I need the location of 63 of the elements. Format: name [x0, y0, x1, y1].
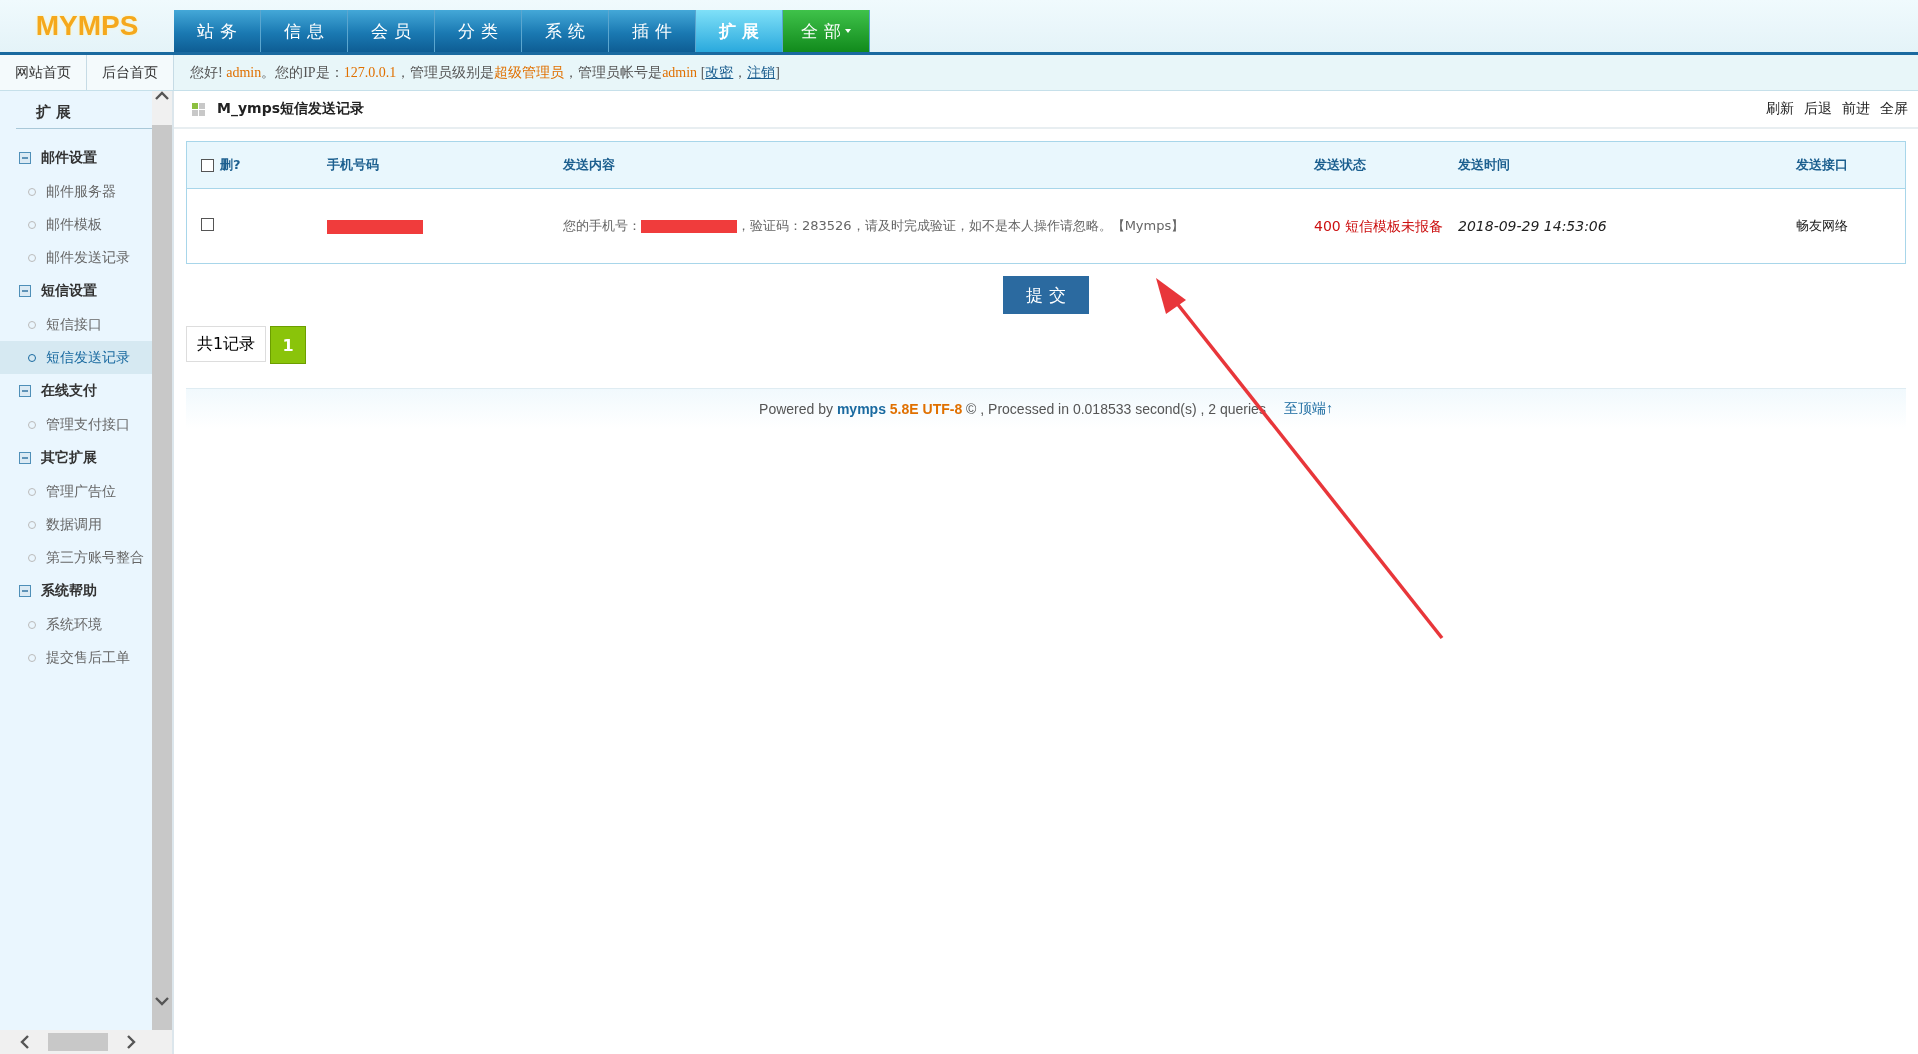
collapse-icon[interactable]: [19, 285, 31, 297]
horizontal-scrollbar[interactable]: [0, 1030, 172, 1054]
account-link[interactable]: 注销: [747, 63, 776, 82]
nav-tab[interactable]: 站 务: [174, 10, 261, 52]
sidebar-group[interactable]: 邮件设置: [41, 149, 97, 167]
toolbar-link[interactable]: 刷新: [1766, 100, 1794, 118]
quick-link[interactable]: 网站首页: [0, 55, 87, 90]
sidebar-item[interactable]: 系统环境: [0, 608, 152, 641]
sidebar-item[interactable]: 数据调用: [0, 508, 152, 541]
sidebar-group[interactable]: 短信设置: [41, 282, 97, 300]
nav-tab[interactable]: 信 息: [261, 10, 348, 52]
sidebar-item[interactable]: 提交售后工单: [0, 641, 152, 674]
scroll-right-icon[interactable]: [126, 1035, 136, 1049]
nav-tab[interactable]: 系 统: [522, 10, 609, 52]
collapse-icon[interactable]: [19, 152, 31, 164]
row-checkbox[interactable]: [201, 218, 214, 231]
sidebar-item[interactable]: 管理支付接口: [0, 408, 152, 441]
account-link[interactable]: 改密: [705, 63, 734, 82]
toolbar-link[interactable]: 后退: [1804, 100, 1832, 118]
sidebar-item[interactable]: 管理广告位: [0, 475, 152, 508]
caret-icon: [844, 29, 851, 33]
scroll-down-icon[interactable]: [155, 996, 169, 1006]
sidebar-group[interactable]: 系统帮助: [41, 582, 97, 600]
status-text: 400 短信模板未报备: [1314, 217, 1445, 236]
sidebar-group[interactable]: 在线支付: [41, 382, 97, 400]
column-header: 发送内容: [563, 157, 615, 172]
logo: MYMPS: [34, 9, 140, 43]
grid-icon: [192, 102, 205, 116]
toolbar-link[interactable]: 全屏: [1880, 100, 1908, 118]
collapse-icon[interactable]: [19, 385, 31, 397]
sidebar-item[interactable]: 邮件发送记录: [0, 241, 152, 274]
column-header: 发送时间: [1458, 157, 1510, 172]
column-header: 发送接口: [1796, 157, 1848, 172]
sidebar-item[interactable]: 邮件服务器: [0, 175, 152, 208]
greeting-text: 您好! admin。您的IP是：127.0.0.1，管理员级别是超级管理员，管理员帐号是admin [改密，注销]: [189, 62, 780, 84]
message-text: 您的手机号：: [563, 218, 641, 233]
vertical-scrollbar[interactable]: [152, 91, 172, 1030]
record-count: 共1记录: [186, 326, 267, 362]
message-text: ，验证码：283526，请及时完成验证，如不是本人操作请忽略。【Mymps】: [737, 218, 1185, 233]
quick-link[interactable]: 后台首页: [87, 55, 174, 90]
back-to-top-link[interactable]: 至顶端↑: [1283, 400, 1333, 418]
table-cell: 2018-09-29 14:53:06: [1458, 218, 1607, 234]
nav-tab[interactable]: 分 类: [435, 10, 522, 52]
toolbar-link[interactable]: 前进: [1842, 100, 1870, 118]
page-title: M_ymps短信发送记录: [217, 100, 364, 118]
sidebar-item[interactable]: 第三方账号整合: [0, 541, 152, 574]
scroll-up-icon[interactable]: [155, 91, 169, 101]
nav-tab[interactable]: 插 件: [609, 10, 696, 52]
sidebar-group[interactable]: 其它扩展: [41, 449, 97, 467]
sidebar-item[interactable]: 短信发送记录: [0, 341, 152, 374]
sidebar-item[interactable]: 短信接口: [0, 308, 152, 341]
collapse-icon[interactable]: [19, 452, 31, 464]
sidebar-item[interactable]: 邮件模板: [0, 208, 152, 241]
table-cell: 畅友网络: [1796, 218, 1848, 233]
nav-tab[interactable]: 会 员: [348, 10, 435, 52]
scroll-left-icon[interactable]: [20, 1035, 30, 1049]
column-header: 发送状态: [1314, 157, 1366, 172]
select-all-checkbox[interactable]: [201, 158, 214, 172]
submit-button[interactable]: 提 交: [1003, 276, 1089, 314]
column-header: 删?: [220, 156, 241, 174]
collapse-icon[interactable]: [19, 585, 31, 597]
nav-tab[interactable]: 全 部: [783, 10, 870, 52]
column-header: 手机号码: [327, 157, 379, 172]
